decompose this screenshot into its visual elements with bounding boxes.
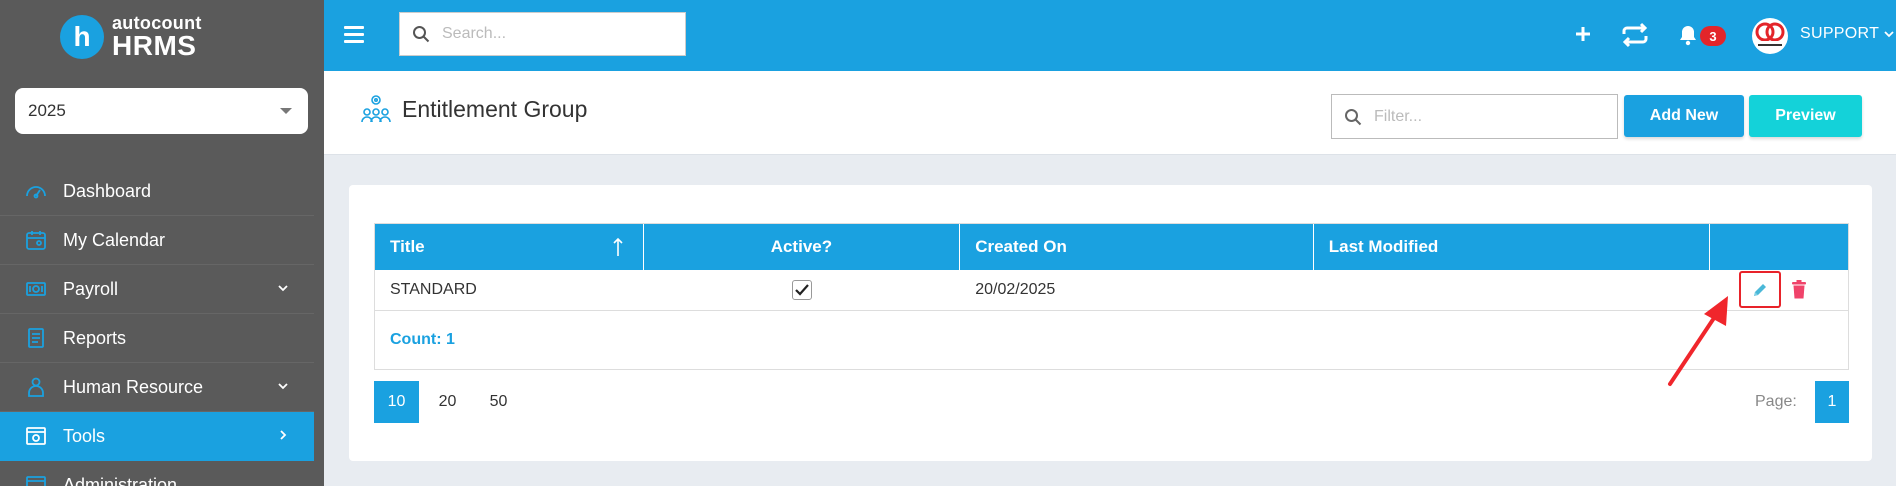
cell-last-modified [1314, 270, 1710, 310]
grid-header: Title Active? Created On Last Modified [375, 224, 1848, 270]
content-card: Title Active? Created On Last Modified S… [349, 185, 1872, 461]
preview-button[interactable]: Preview [1749, 95, 1862, 137]
sidebar-nav: Dashboard My Calendar Payroll Reports Hu… [0, 167, 314, 486]
sort-ascending-icon [613, 237, 623, 256]
page-label: Page: [1755, 393, 1797, 410]
sidebar-item-tools[interactable]: Tools [0, 412, 314, 461]
reports-icon [28, 328, 44, 348]
sidebar-item-administration[interactable]: Administration [0, 461, 314, 486]
year-value: 2025 [28, 101, 66, 120]
sidebar-item-label: Dashboard [63, 180, 152, 201]
check-icon [795, 284, 809, 296]
column-header-title[interactable]: Title [375, 224, 644, 270]
annotation-arrow-icon [1668, 296, 1728, 386]
administration-icon [26, 476, 46, 486]
logo-line2: HRMS [112, 30, 197, 61]
page-header: Entitlement Group Add New Preview [324, 71, 1896, 155]
page-size-20[interactable]: 20 [425, 381, 470, 423]
logo-mark: h [60, 15, 104, 59]
column-header-created-on[interactable]: Created On [960, 224, 1314, 270]
trash-icon[interactable] [1791, 280, 1807, 299]
page-size-selector: 10 20 50 [374, 381, 527, 423]
chevron-down-icon [278, 285, 288, 292]
chevron-right-icon [280, 430, 287, 440]
year-select[interactable]: 2025 [15, 88, 308, 134]
filter-input[interactable] [1374, 107, 1604, 126]
sidebar-item-label: Reports [63, 327, 127, 348]
notification-badge: 3 [1700, 26, 1726, 46]
sidebar: h autocount HRMS 2025 Dashboard My Calen… [0, 0, 324, 486]
cell-title: STANDARD [390, 281, 477, 298]
row-count: Count: 1 [390, 331, 455, 348]
search-icon [413, 26, 430, 43]
user-name: SUPPORT [1800, 25, 1879, 42]
top-bar [324, 0, 1896, 71]
column-header-active[interactable]: Active? [644, 224, 961, 270]
search-icon [1345, 108, 1362, 125]
sync-icon[interactable] [1620, 22, 1650, 48]
menu-toggle-icon[interactable] [344, 26, 364, 44]
filter-box [1331, 94, 1618, 139]
page-button-1[interactable]: 1 [1815, 381, 1849, 423]
column-header-actions [1710, 224, 1848, 270]
human-resource-icon [28, 377, 44, 397]
sidebar-item-label: Payroll [63, 278, 119, 299]
avatar[interactable] [1752, 18, 1788, 54]
sidebar-item-reports[interactable]: Reports [0, 314, 314, 363]
sidebar-item-label: My Calendar [63, 229, 166, 250]
pencil-icon [1754, 283, 1767, 296]
dashboard-icon [26, 186, 46, 199]
sidebar-item-my-calendar[interactable]: My Calendar [0, 216, 314, 265]
sidebar-item-label: Tools [63, 426, 106, 446]
edit-button[interactable] [1739, 271, 1782, 308]
data-grid: Title Active? Created On Last Modified S… [374, 223, 1849, 370]
app-logo[interactable]: h autocount HRMS [60, 14, 202, 60]
sidebar-item-human-resource[interactable]: Human Resource [0, 363, 314, 412]
payroll-icon [26, 282, 46, 296]
add-icon[interactable] [1575, 26, 1591, 42]
sidebar-item-dashboard[interactable]: Dashboard [0, 167, 314, 216]
tools-icon [26, 427, 46, 445]
page-size-50[interactable]: 50 [476, 381, 521, 423]
page-title: Entitlement Group [402, 96, 588, 122]
column-header-last-modified[interactable]: Last Modified [1314, 224, 1711, 270]
sidebar-item-label: Administration [63, 474, 178, 486]
active-checkbox [791, 280, 812, 300]
chevron-down-icon [278, 383, 288, 390]
add-new-button[interactable]: Add New [1624, 95, 1744, 137]
sidebar-item-payroll[interactable]: Payroll [0, 265, 314, 314]
table-row[interactable]: STANDARD 20/02/2025 [375, 270, 1848, 311]
search-input[interactable] [442, 25, 672, 43]
chevron-down-icon [1883, 31, 1894, 38]
cell-created-on: 20/02/2025 [975, 281, 1056, 298]
group-icon [361, 95, 391, 123]
page-size-10[interactable]: 10 [374, 381, 419, 423]
sidebar-item-label: Human Resource [63, 376, 204, 397]
bell-icon[interactable] [1678, 24, 1698, 46]
caret-down-icon [280, 108, 292, 114]
global-search [399, 12, 686, 56]
calendar-icon [26, 231, 46, 250]
user-menu[interactable]: SUPPORT [1800, 25, 1894, 43]
